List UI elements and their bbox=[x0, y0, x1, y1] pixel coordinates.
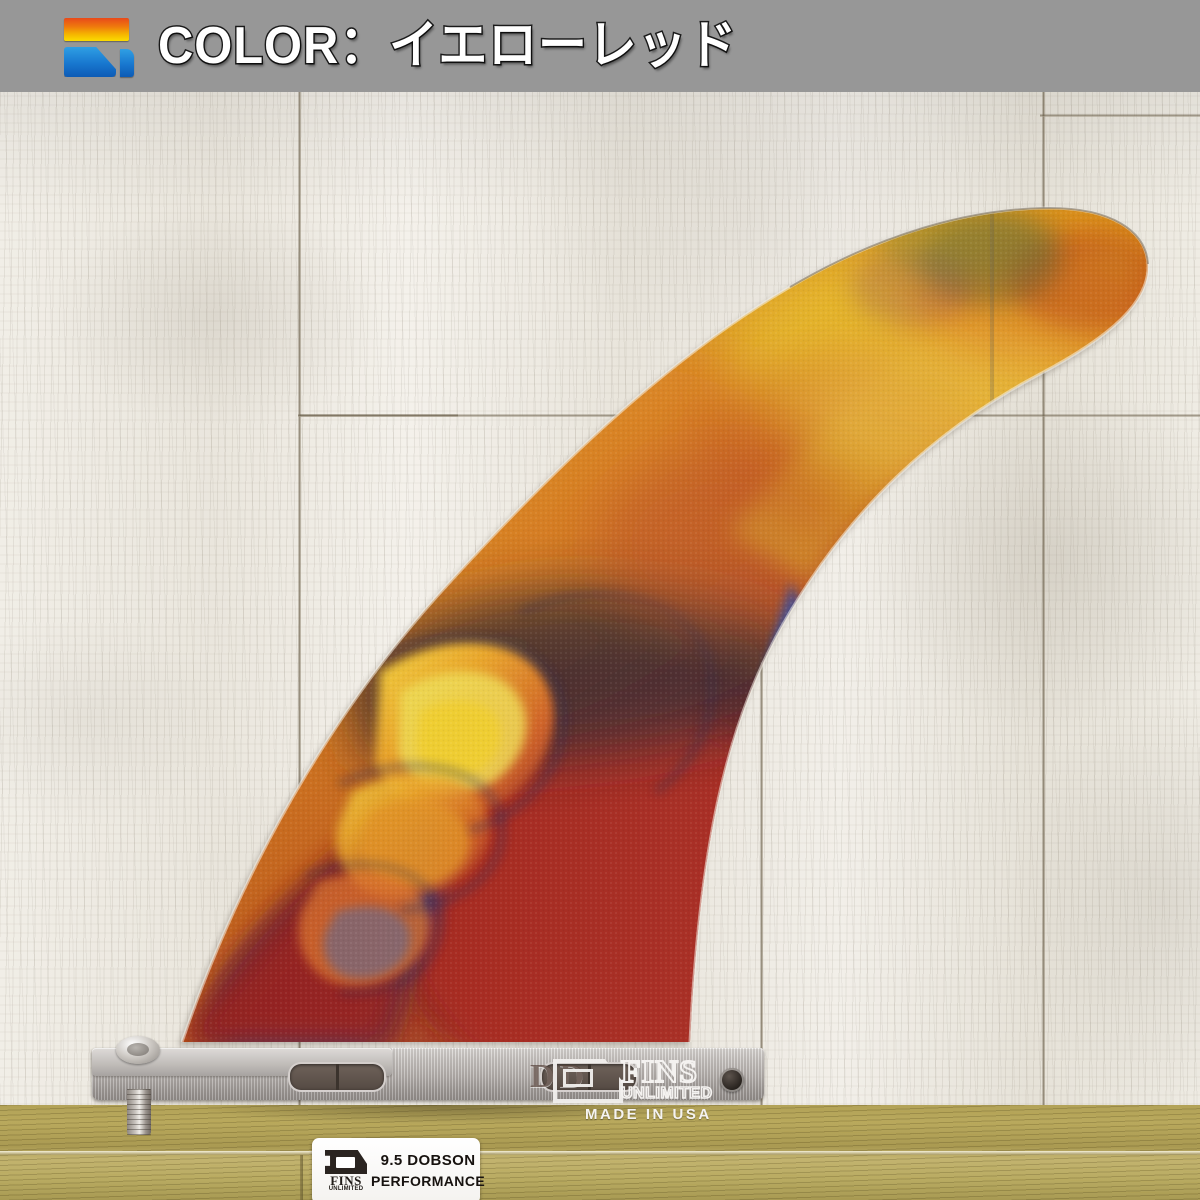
fins-unlimited-logo-icon bbox=[58, 15, 136, 77]
fin-spec-line2: PERFORMANCE bbox=[371, 1172, 486, 1189]
surfboard-fin: FINS UNLIMITED MADE IN USA DD FINS bbox=[0, 92, 1200, 1200]
sticker-brand-subtext: UNLIMITED bbox=[328, 1186, 364, 1192]
logo-gradient-bar-icon bbox=[64, 18, 129, 41]
fins-unlimited-mark-icon: FINS UNLIMITED bbox=[319, 1148, 371, 1194]
fin-base-hole-icon bbox=[720, 1068, 744, 1092]
product-photo: FINS UNLIMITED MADE IN USA DD FINS bbox=[0, 92, 1200, 1200]
page-title: COLOR：イエローレッド bbox=[157, 17, 738, 75]
screenshot-root: COLOR：イエローレッド MADE IN USA DD FINS UNLIMI… bbox=[0, 0, 1200, 1200]
fin-bolt-icon bbox=[127, 1089, 151, 1135]
logo-blue-fin-icon bbox=[120, 49, 134, 77]
fin-spec-line1: 9.5 DOBSON bbox=[380, 1152, 476, 1170]
sticker-mark-glyph bbox=[325, 1150, 367, 1174]
logo-blue-sail-icon bbox=[64, 47, 116, 77]
color-header-bar: COLOR：イエローレッド bbox=[0, 0, 1200, 92]
fin-base-tab: DD bbox=[92, 1034, 764, 1135]
fin-blade-fill bbox=[182, 208, 1149, 1042]
slot-divider bbox=[336, 1064, 339, 1090]
fin-base-slot-icon bbox=[288, 1062, 386, 1092]
fin-screw-icon bbox=[116, 1036, 160, 1064]
fin-base-engraving: DD bbox=[530, 1058, 590, 1095]
fin-spec-text: 9.5 DOBSON PERFORMANCE bbox=[371, 1151, 491, 1190]
fin-origin-text: MADE IN USA bbox=[585, 1106, 712, 1123]
fin-blade-graphic bbox=[180, 206, 1150, 1043]
fin-spec-sticker: FINS UNLIMITED 9.5 DOBSON PERFORMANCE bbox=[312, 1138, 485, 1200]
